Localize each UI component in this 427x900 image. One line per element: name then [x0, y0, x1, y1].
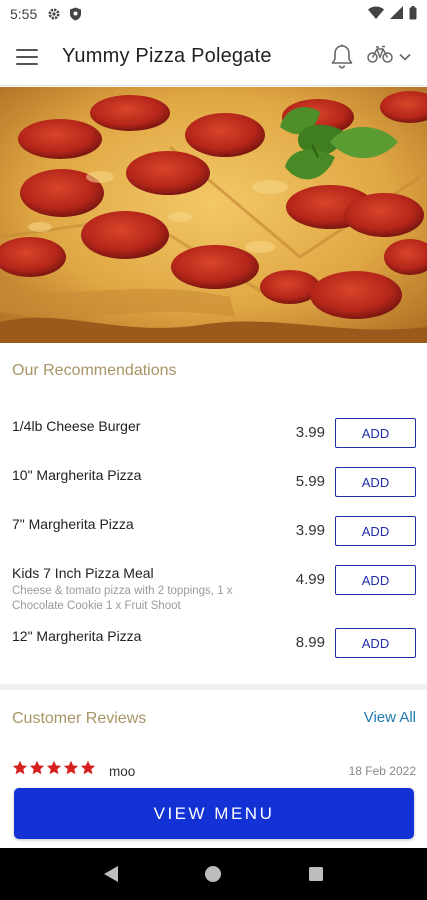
- signal-icon: [390, 6, 403, 22]
- reviewer-name: moo: [109, 764, 136, 779]
- delivery-mode-selector[interactable]: [367, 44, 411, 69]
- item-name: 7" Margherita Pizza: [12, 516, 134, 532]
- reviews-title: Customer Reviews: [12, 710, 147, 727]
- review-date: 18 Feb 2022: [348, 764, 416, 778]
- gear-icon: [47, 7, 61, 21]
- star-icon: [29, 760, 45, 775]
- list-item: 12" Margherita Pizza 8.99 ADD: [0, 628, 427, 677]
- item-price: 3.99: [295, 424, 325, 441]
- list-item: Kids 7 Inch Pizza Meal Cheese & tomato p…: [0, 565, 427, 628]
- star-icon: [46, 760, 62, 775]
- item-price: 8.99: [295, 634, 325, 651]
- wifi-icon: [368, 6, 384, 22]
- recents-icon[interactable]: [296, 854, 336, 894]
- star-rating: [12, 760, 96, 776]
- status-bar: 5:55: [0, 0, 427, 28]
- page-title: Yummy Pizza Polegate: [62, 45, 272, 67]
- item-description: Cheese & tomato pizza with 2 toppings, 1…: [12, 585, 233, 612]
- item-name: Kids 7 Inch Pizza Meal: [12, 565, 154, 581]
- bell-icon[interactable]: [327, 42, 357, 72]
- chevron-down-icon: [399, 48, 411, 66]
- add-button[interactable]: ADD: [335, 628, 416, 658]
- recommendations-list: 1/4lb Cheese Burger 3.99 ADD 10" Margher…: [0, 418, 427, 677]
- star-icon: [12, 760, 28, 775]
- hero-pizza-image: [0, 87, 427, 343]
- item-name: 1/4lb Cheese Burger: [12, 418, 141, 434]
- recommendations-section: Our Recommendations 1/4lb Cheese Burger …: [0, 362, 427, 677]
- list-item: 1/4lb Cheese Burger 3.99 ADD: [0, 418, 427, 467]
- list-item: 7" Margherita Pizza 3.99 ADD: [0, 516, 427, 565]
- hamburger-menu-icon[interactable]: [16, 43, 44, 71]
- star-icon: [63, 760, 79, 775]
- section-divider: [0, 684, 427, 690]
- item-name: 10" Margherita Pizza: [12, 467, 142, 483]
- reviews-header: Customer Reviews View All: [0, 708, 427, 730]
- item-price: 4.99: [295, 571, 325, 588]
- add-button[interactable]: ADD: [335, 418, 416, 448]
- home-icon[interactable]: [193, 854, 233, 894]
- add-button[interactable]: ADD: [335, 565, 416, 595]
- shield-icon: [69, 7, 82, 21]
- bicycles-icon: [367, 44, 393, 69]
- back-icon[interactable]: [91, 854, 131, 894]
- battery-icon: [409, 5, 417, 23]
- status-time: 5:55: [10, 6, 38, 22]
- item-name: 12" Margherita Pizza: [12, 628, 142, 644]
- item-price: 3.99: [295, 522, 325, 539]
- app-bar: Yummy Pizza Polegate: [0, 28, 427, 86]
- add-button[interactable]: ADD: [335, 516, 416, 546]
- item-price: 5.99: [295, 473, 325, 490]
- review-item: moo 18 Feb 2022: [12, 760, 416, 782]
- view-all-link[interactable]: View All: [364, 709, 416, 726]
- view-menu-button[interactable]: VIEW MENU: [14, 788, 414, 839]
- list-item: 10" Margherita Pizza 5.99 ADD: [0, 467, 427, 516]
- add-button[interactable]: ADD: [335, 467, 416, 497]
- star-icon: [80, 760, 96, 775]
- recommendations-title: Our Recommendations: [12, 362, 177, 379]
- system-nav-bar: [0, 848, 427, 900]
